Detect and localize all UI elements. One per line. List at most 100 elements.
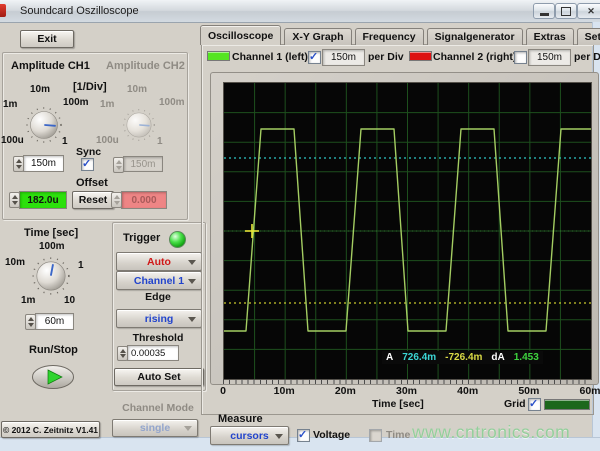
- title-bar: Soundcard Oszilloscope ✕: [0, 0, 600, 23]
- tab-extras[interactable]: Extras: [526, 28, 574, 45]
- minimize-button[interactable]: [533, 3, 555, 19]
- scope-canvas: [224, 83, 591, 379]
- readout-da-label: dA: [491, 352, 504, 363]
- trigger-source-value: Channel 1: [134, 275, 184, 287]
- ch1-scale-1m: 1m: [3, 100, 17, 110]
- ch2-scale-1m: 1m: [100, 100, 114, 110]
- x-axis-tick: 40m: [457, 385, 478, 397]
- ch2-offset-value: 0.000: [121, 191, 167, 209]
- amplitude-ch1-title: Amplitude CH1: [11, 61, 90, 72]
- edge-label: Edge: [112, 292, 204, 303]
- scope-bezel: A 726.4m -726.4m dA 1.453: [210, 72, 599, 385]
- x-axis-tick: 50m: [518, 385, 539, 397]
- channel2-per-div-value[interactable]: 150m: [528, 49, 571, 66]
- x-axis-tick: 10m: [274, 385, 295, 397]
- channel-mode-dropdown: single: [112, 419, 198, 437]
- voltage-label: Voltage: [313, 430, 350, 441]
- run-stop-button[interactable]: [31, 364, 75, 390]
- trigger-edge-value: rising: [145, 313, 174, 325]
- channel2-enable-checkbox[interactable]: [514, 51, 527, 64]
- tab-settings[interactable]: Settings: [577, 28, 600, 45]
- readout-a-label: A: [386, 352, 393, 363]
- ch2-amplitude-value: 150m: [123, 156, 163, 172]
- offset-label: Offset: [76, 178, 108, 189]
- threshold-label: Threshold: [112, 333, 204, 344]
- trigger-mode-dropdown[interactable]: Auto: [116, 252, 202, 271]
- ch2-scale-1: 1: [157, 137, 163, 147]
- scope-display[interactable]: A 726.4m -726.4m dA 1.453: [223, 82, 592, 380]
- ch2-scale-10m: 10m: [127, 85, 147, 95]
- time-value[interactable]: 60m: [35, 313, 74, 330]
- channel2-color-swatch: [409, 51, 432, 61]
- auto-set-button[interactable]: Auto Set: [114, 368, 204, 386]
- readout-cursor2-value: -726.4m: [445, 352, 482, 363]
- threshold-value[interactable]: 0.00035: [127, 345, 179, 361]
- measure-mode-dropdown[interactable]: cursors: [210, 426, 289, 445]
- copyright-label: © 2012 C. Zeitnitz V1.41: [1, 421, 100, 438]
- ch2-scale-100u: 100u: [96, 136, 119, 146]
- amplitude-ch2-knob[interactable]: [121, 107, 157, 143]
- time-scale-100m: 100m: [39, 242, 65, 252]
- time-title: Time [sec]: [24, 228, 78, 239]
- ch1-scale-10m: 10m: [30, 85, 50, 95]
- window-title: Soundcard Oszilloscope: [20, 5, 139, 17]
- tab-oscilloscope[interactable]: Oscilloscope: [200, 25, 281, 45]
- time-scale-10: 10: [64, 296, 75, 306]
- watermark: www.cntronics.com: [412, 422, 570, 443]
- sync-checkbox[interactable]: [81, 158, 94, 171]
- channel2-per-div-label: per Div: [574, 52, 600, 63]
- readout-delta-value: 1.453: [514, 352, 539, 363]
- trigger-led: [169, 231, 186, 248]
- x-axis-labels: 010m20m30m40m50m60m: [223, 385, 591, 397]
- channel1-color-swatch: [207, 51, 230, 61]
- x-axis-tick: 0: [220, 385, 226, 397]
- offset-reset-button[interactable]: Reset: [72, 191, 114, 209]
- time-checkbox[interactable]: [369, 429, 382, 442]
- time-scale-10m: 10m: [5, 258, 25, 268]
- channel-mode-label: Channel Mode: [112, 403, 204, 414]
- minimize-icon: [540, 13, 549, 16]
- run-stop-label: Run/Stop: [29, 345, 78, 356]
- channel1-legend-label: Channel 1 (left): [232, 52, 308, 63]
- trigger-groupbox: [112, 222, 206, 391]
- trigger-source-dropdown[interactable]: Channel 1: [116, 271, 202, 290]
- channel2-legend-label: Channel 2 (right): [433, 52, 516, 63]
- grid-color-swatch: [544, 399, 590, 410]
- cursor-readout: A 726.4m -726.4m dA 1.453: [382, 351, 543, 364]
- tab-frequency[interactable]: Frequency: [355, 28, 424, 45]
- trigger-edge-dropdown[interactable]: rising: [116, 309, 202, 328]
- tab-signalgenerator[interactable]: Signalgenerator: [427, 28, 523, 45]
- channel-mode-value: single: [140, 422, 170, 434]
- channel1-per-div-value[interactable]: 150m: [322, 49, 365, 66]
- x-axis-tick: 20m: [335, 385, 356, 397]
- measure-mode-value: cursors: [230, 430, 269, 442]
- trigger-mode-value: Auto: [147, 256, 171, 268]
- measure-title: Measure: [218, 414, 263, 425]
- amplitude-ch1-knob[interactable]: [24, 105, 64, 145]
- ch2-scale-100m: 100m: [159, 98, 185, 108]
- app-icon: [0, 4, 6, 17]
- trigger-title: Trigger: [123, 233, 160, 244]
- maximize-icon: [561, 7, 571, 16]
- x-axis-tick: 30m: [396, 385, 417, 397]
- x-axis-tick-strip: [223, 379, 591, 384]
- ch1-offset-value[interactable]: 182.0u: [19, 191, 67, 209]
- close-icon: ✕: [587, 6, 595, 17]
- ch1-amplitude-value[interactable]: 150m: [23, 155, 64, 172]
- exit-button[interactable]: Exit: [20, 30, 74, 48]
- time-scale-1: 1: [78, 261, 84, 271]
- grid-checkbox[interactable]: [528, 398, 541, 411]
- voltage-checkbox[interactable]: [297, 429, 310, 442]
- maximize-button[interactable]: [555, 3, 577, 19]
- grid-label: Grid: [504, 399, 526, 410]
- tab-strip: OscilloscopeX-Y GraphFrequencySignalgene…: [200, 26, 600, 45]
- tab-x-y-graph[interactable]: X-Y Graph: [284, 28, 351, 45]
- channel1-enable-checkbox[interactable]: [308, 51, 321, 64]
- time-knob[interactable]: [30, 255, 72, 297]
- close-button[interactable]: ✕: [577, 3, 600, 19]
- x-axis-tick: 60m: [579, 385, 600, 397]
- ch1-scale-100m: 100m: [63, 98, 89, 108]
- per-div-unit-label: [1/Div]: [73, 82, 107, 93]
- x-axis-title: Time [sec]: [372, 399, 424, 410]
- ch1-scale-100u: 100u: [1, 136, 24, 146]
